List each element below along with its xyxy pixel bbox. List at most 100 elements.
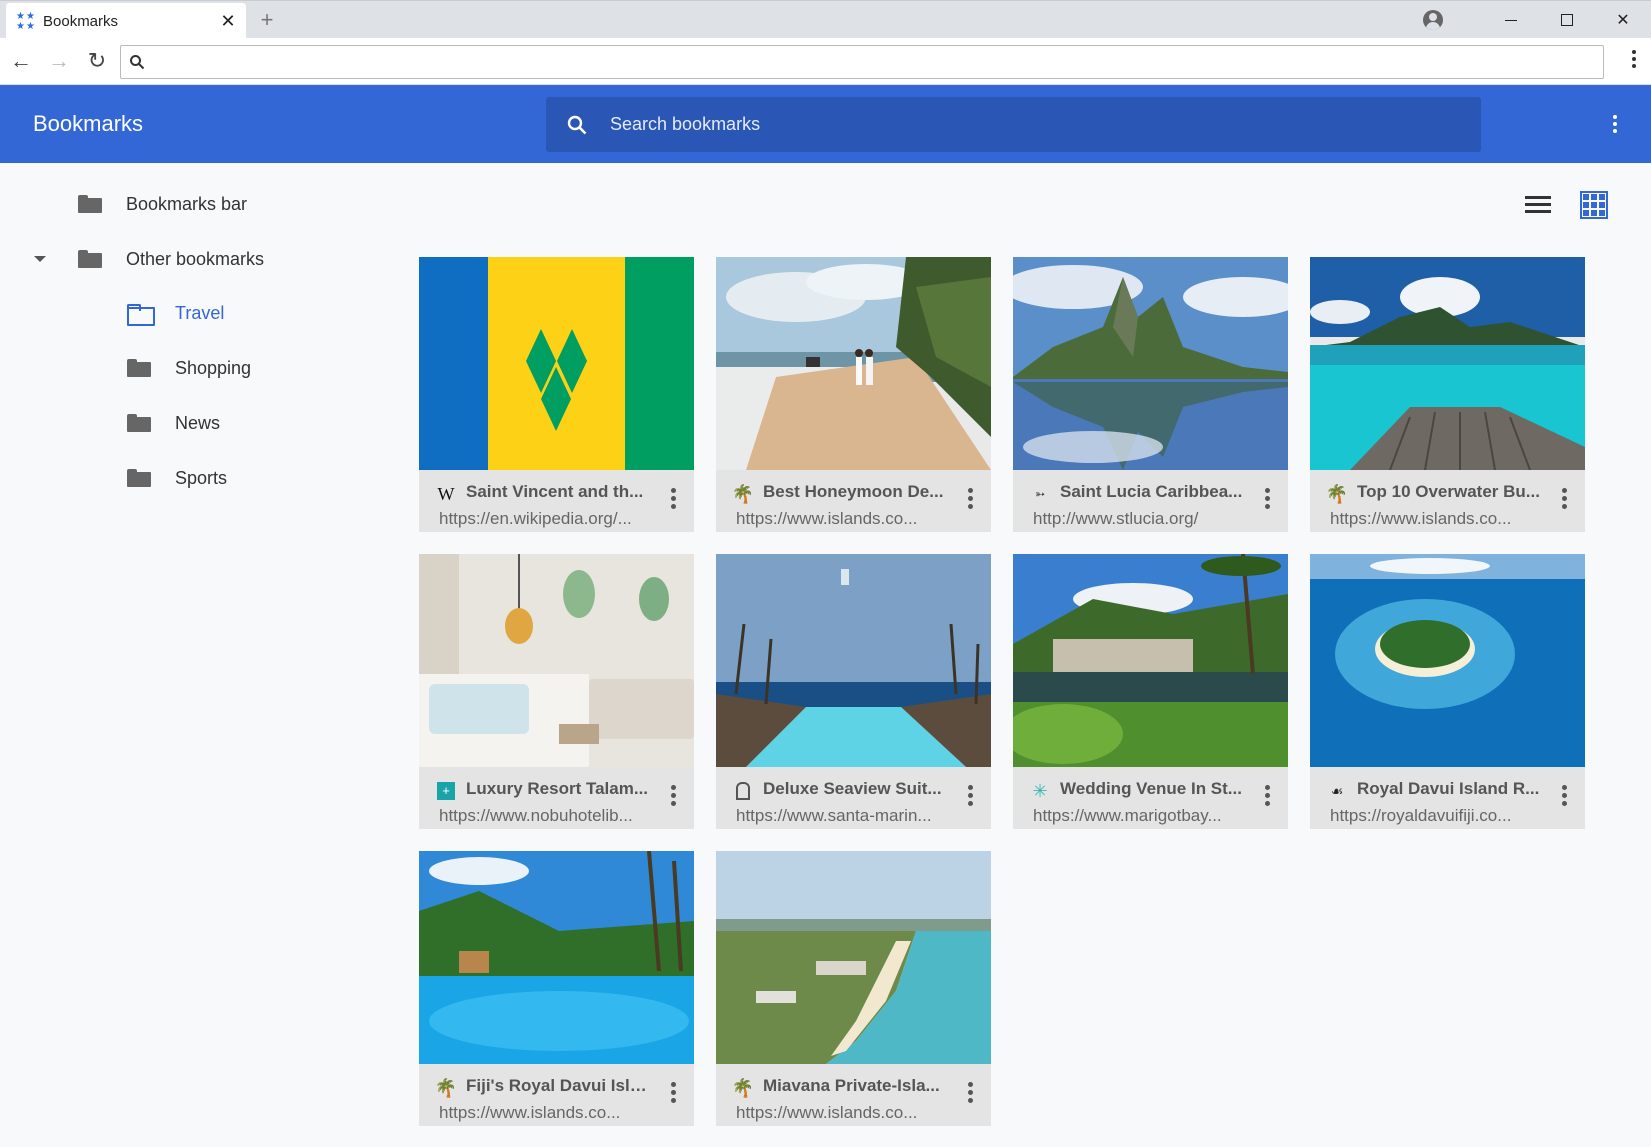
bookmark-card[interactable]: 🌴 Top 10 Overwater Bu... https://www.isl… (1310, 257, 1585, 532)
bookmark-title: Best Honeymoon De... (763, 482, 944, 501)
bookmark-info: ☙ Royal Davui Island R... https://royald… (1310, 767, 1585, 829)
reload-button[interactable]: ↻ (80, 44, 114, 78)
folder-icon (78, 195, 102, 213)
back-button[interactable]: ← (4, 44, 38, 78)
bookmark-info: 🌴 Fiji's Royal Davui Isla... https://www… (419, 1064, 694, 1126)
bookmark-info: 🌴 Top 10 Overwater Bu... https://www.isl… (1310, 470, 1585, 532)
bookmark-menu-icon[interactable] (671, 785, 676, 806)
expand-arrow-icon[interactable] (34, 256, 46, 262)
bookmark-menu-icon[interactable] (968, 488, 973, 509)
bookmarks-favicon-icon: ★ ★ ★ ★ (16, 11, 35, 32)
tab-title: Bookmarks (43, 12, 119, 30)
bookmark-title: Luxury Resort Talam... (466, 779, 649, 798)
browser-menu-icon[interactable] (1631, 50, 1637, 68)
sidebar-item-bookmarks-bar[interactable]: Bookmarks bar (78, 188, 247, 220)
tab-close-icon[interactable]: ✕ (220, 11, 236, 32)
bookmark-url: https://www.islands.co... (736, 509, 918, 528)
wikipedia-icon: W (437, 483, 455, 504)
bookmark-menu-icon[interactable] (968, 785, 973, 806)
tower-logo-icon (733, 781, 753, 801)
folder-tree: Bookmarks bar Other bookmarks Travel Sho… (0, 163, 400, 1147)
search-icon (567, 115, 587, 134)
sidebar-item-news[interactable]: News (127, 407, 220, 439)
search-bookmarks-box[interactable] (546, 97, 1481, 152)
new-tab-button[interactable]: + (256, 9, 278, 31)
sidebar-item-travel[interactable]: Travel (127, 297, 224, 329)
sidebar-item-other-bookmarks[interactable]: Other bookmarks (34, 243, 264, 275)
bookmark-card[interactable]: 🌴 Best Honeymoon De... https://www.islan… (716, 257, 991, 532)
forward-button[interactable]: → (42, 44, 76, 78)
bookmark-card[interactable]: 🌴 Miavana Private-Isla... https://www.is… (716, 851, 991, 1126)
close-icon: ✕ (1616, 12, 1630, 29)
bookmark-info: W Saint Vincent and th... https://en.wik… (419, 470, 694, 532)
minimize-button[interactable] (1483, 1, 1539, 39)
bookmark-menu-icon[interactable] (1562, 488, 1567, 509)
address-bar[interactable] (120, 45, 1604, 79)
bookmark-info: + Luxury Resort Talam... https://www.nob… (419, 767, 694, 829)
more-options-icon[interactable] (1613, 115, 1617, 133)
bookmark-thumbnail (1310, 554, 1585, 767)
bookmark-card[interactable]: 🌴 Fiji's Royal Davui Isla... https://www… (419, 851, 694, 1126)
bookmark-url: https://en.wikipedia.org/... (439, 509, 632, 528)
maximize-button[interactable] (1539, 1, 1595, 39)
page-title: Bookmarks (33, 111, 144, 136)
bookmark-menu-icon[interactable] (671, 1082, 676, 1103)
palm-tree-icon: 🌴 (1325, 483, 1349, 504)
bookmark-url: https://www.marigotbay... (1033, 806, 1222, 825)
folder-icon (127, 414, 151, 432)
grid-view-icon[interactable] (1580, 191, 1608, 219)
profile-icon[interactable] (1423, 10, 1443, 30)
folder-icon (78, 250, 102, 268)
app-header: Bookmarks (0, 85, 1651, 163)
address-input[interactable] (153, 53, 1603, 71)
palm-tree-icon: 🌴 (731, 483, 755, 504)
star-logo-icon: ✳ (1032, 780, 1048, 801)
bookmark-menu-icon[interactable] (968, 1082, 973, 1103)
bookmark-title: Deluxe Seaview Suit... (763, 779, 942, 798)
list-view-icon[interactable] (1525, 196, 1551, 214)
bookmark-menu-icon[interactable] (671, 488, 676, 509)
minimize-icon (1505, 19, 1517, 21)
bookmark-card[interactable]: Deluxe Seaview Suit... https://www.santa… (716, 554, 991, 829)
search-icon (130, 55, 145, 70)
close-window-button[interactable]: ✕ (1595, 1, 1651, 39)
bird-logo-icon: ➳ (1034, 487, 1046, 501)
sidebar-item-label: Other bookmarks (126, 248, 265, 269)
bookmark-card[interactable]: ➳ Saint Lucia Caribbea... http://www.stl… (1013, 257, 1288, 532)
bookmark-thumbnail (419, 851, 694, 1064)
bookmark-info: 🌴 Miavana Private-Isla... https://www.is… (716, 1064, 991, 1126)
bookmark-title: Top 10 Overwater Bu... (1357, 482, 1540, 501)
palm-tree-icon: 🌴 (434, 1077, 458, 1098)
sidebar-item-label: News (175, 412, 221, 433)
bookmark-thumbnail (419, 554, 694, 767)
folder-icon (127, 469, 151, 487)
bookmark-thumbnail (419, 257, 694, 470)
folder-open-icon (127, 304, 155, 326)
bookmark-card[interactable]: ☙ Royal Davui Island R... https://royald… (1310, 554, 1585, 829)
sidebar-item-shopping[interactable]: Shopping (127, 352, 251, 384)
bookmark-title: Miavana Private-Isla... (763, 1076, 940, 1095)
bookmark-thumbnail (1013, 257, 1288, 470)
bookmark-card[interactable]: ✳ Wedding Venue In St... https://www.mar… (1013, 554, 1288, 829)
bookmark-info: ✳ Wedding Venue In St... https://www.mar… (1013, 767, 1288, 829)
bookmark-thumbnail (716, 851, 991, 1064)
bookmark-menu-icon[interactable] (1265, 785, 1270, 806)
bookmark-thumbnail (716, 257, 991, 470)
tab-bookmarks[interactable]: ★ ★ ★ ★ Bookmarks ✕ (6, 3, 246, 39)
search-input[interactable] (610, 114, 1481, 135)
sidebar-item-sports[interactable]: Sports (127, 462, 227, 494)
bookmark-card[interactable]: + Luxury Resort Talam... https://www.nob… (419, 554, 694, 829)
bookmark-menu-icon[interactable] (1265, 488, 1270, 509)
sidebar-item-label: Sports (175, 467, 228, 488)
folder-icon (127, 359, 151, 377)
sidebar-item-label: Travel (175, 302, 225, 323)
bookmark-card[interactable]: W Saint Vincent and th... https://en.wik… (419, 257, 694, 532)
bookmark-url: https://www.islands.co... (1330, 509, 1512, 528)
bookmark-menu-icon[interactable] (1562, 785, 1567, 806)
davui-logo-icon: ☙ (1330, 782, 1344, 799)
bookmark-title: Wedding Venue In St... (1060, 779, 1242, 798)
browser-toolbar: ← → ↻ (0, 38, 1651, 85)
palm-tree-icon: 🌴 (731, 1077, 755, 1098)
bookmark-thumbnail (1310, 257, 1585, 470)
bookmark-title: Fiji's Royal Davui Isla... (466, 1076, 651, 1095)
